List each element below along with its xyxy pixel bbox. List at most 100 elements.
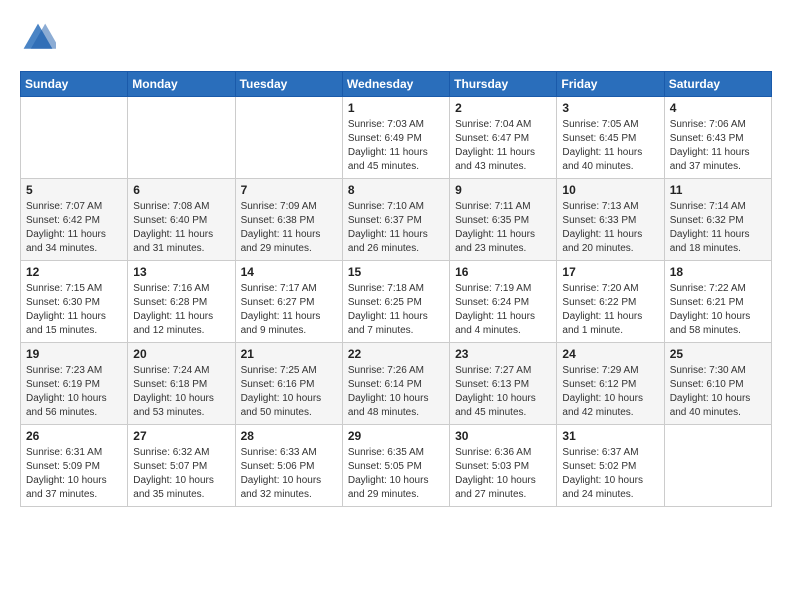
day-info: Sunrise: 7:27 AM Sunset: 6:13 PM Dayligh… [455, 364, 551, 420]
day-info: Sunrise: 7:04 AM Sunset: 6:47 PM Dayligh… [455, 118, 551, 174]
calendar-cell: 20Sunrise: 7:24 AM Sunset: 6:18 PM Dayli… [128, 343, 235, 425]
day-number: 18 [670, 265, 766, 279]
day-number: 24 [562, 347, 658, 361]
day-info: Sunrise: 6:35 AM Sunset: 5:05 PM Dayligh… [348, 446, 444, 502]
calendar-cell: 2 Sunrise: 7:04 AM Sunset: 6:47 PM Daylig… [450, 97, 557, 179]
day-number: 4 [670, 101, 766, 115]
calendar-cell: 19Sunrise: 7:23 AM Sunset: 6:19 PM Dayli… [21, 343, 128, 425]
weekday-header: Thursday [450, 72, 557, 97]
day-info: Sunrise: 6:36 AM Sunset: 5:03 PM Dayligh… [455, 446, 551, 502]
calendar-cell [128, 97, 235, 179]
day-info: Sunrise: 7:13 AM Sunset: 6:33 PM Dayligh… [562, 200, 658, 256]
day-info: Sunrise: 7:18 AM Sunset: 6:25 PM Dayligh… [348, 282, 444, 338]
calendar-week-row: 5 Sunrise: 7:07 AM Sunset: 6:42 PM Daylig… [21, 179, 772, 261]
calendar-header-row: SundayMondayTuesdayWednesdayThursdayFrid… [21, 72, 772, 97]
day-number: 21 [241, 347, 337, 361]
day-number: 19 [26, 347, 122, 361]
day-number: 14 [241, 265, 337, 279]
calendar-cell: 27Sunrise: 6:32 AM Sunset: 5:07 PM Dayli… [128, 425, 235, 507]
calendar-cell: 5 Sunrise: 7:07 AM Sunset: 6:42 PM Daylig… [21, 179, 128, 261]
page-header [20, 20, 772, 56]
calendar-cell: 15 Sunrise: 7:18 AM Sunset: 6:25 PM Dayli… [342, 261, 449, 343]
day-number: 27 [133, 429, 229, 443]
day-number: 22 [348, 347, 444, 361]
calendar-cell: 28 Sunrise: 6:33 AM Sunset: 5:06 PM Dayli… [235, 425, 342, 507]
day-number: 16 [455, 265, 551, 279]
day-info: Sunrise: 6:31 AM Sunset: 5:09 PM Dayligh… [26, 446, 122, 502]
day-info: Sunrise: 7:22 AM Sunset: 6:21 PM Dayligh… [670, 282, 766, 338]
day-info: Sunrise: 7:30 AM Sunset: 6:10 PM Dayligh… [670, 364, 766, 420]
day-info: Sunrise: 7:20 AM Sunset: 6:22 PM Dayligh… [562, 282, 658, 338]
calendar-cell: 24 Sunrise: 7:29 AM Sunset: 6:12 PM Dayli… [557, 343, 664, 425]
day-info: Sunrise: 7:24 AM Sunset: 6:18 PM Dayligh… [133, 364, 229, 420]
calendar-cell: 10 Sunrise: 7:13 AM Sunset: 6:33 PM Dayli… [557, 179, 664, 261]
day-info: Sunrise: 7:16 AM Sunset: 6:28 PM Dayligh… [133, 282, 229, 338]
day-number: 29 [348, 429, 444, 443]
day-info: Sunrise: 7:05 AM Sunset: 6:45 PM Dayligh… [562, 118, 658, 174]
day-info: Sunrise: 7:08 AM Sunset: 6:40 PM Dayligh… [133, 200, 229, 256]
calendar-cell [235, 97, 342, 179]
day-number: 9 [455, 183, 551, 197]
calendar-cell: 21 Sunrise: 7:25 AM Sunset: 6:16 PM Dayli… [235, 343, 342, 425]
calendar-cell: 26 Sunrise: 6:31 AM Sunset: 5:09 PM Dayli… [21, 425, 128, 507]
day-number: 10 [562, 183, 658, 197]
day-info: Sunrise: 6:33 AM Sunset: 5:06 PM Dayligh… [241, 446, 337, 502]
day-number: 15 [348, 265, 444, 279]
weekday-header: Monday [128, 72, 235, 97]
day-info: Sunrise: 7:10 AM Sunset: 6:37 PM Dayligh… [348, 200, 444, 256]
calendar-cell: 14 Sunrise: 7:17 AM Sunset: 6:27 PM Dayli… [235, 261, 342, 343]
calendar-cell: 25 Sunrise: 7:30 AM Sunset: 6:10 PM Dayli… [664, 343, 771, 425]
day-info: Sunrise: 7:09 AM Sunset: 6:38 PM Dayligh… [241, 200, 337, 256]
calendar-cell: 17Sunrise: 7:20 AM Sunset: 6:22 PM Dayli… [557, 261, 664, 343]
calendar-cell: 13 Sunrise: 7:16 AM Sunset: 6:28 PM Dayli… [128, 261, 235, 343]
day-info: Sunrise: 7:26 AM Sunset: 6:14 PM Dayligh… [348, 364, 444, 420]
calendar-cell: 8 Sunrise: 7:10 AM Sunset: 6:37 PM Daylig… [342, 179, 449, 261]
calendar-cell: 18 Sunrise: 7:22 AM Sunset: 6:21 PM Dayli… [664, 261, 771, 343]
day-info: Sunrise: 7:19 AM Sunset: 6:24 PM Dayligh… [455, 282, 551, 338]
day-number: 11 [670, 183, 766, 197]
calendar-cell: 3 Sunrise: 7:05 AM Sunset: 6:45 PM Daylig… [557, 97, 664, 179]
day-number: 23 [455, 347, 551, 361]
logo [20, 20, 62, 56]
calendar-cell: 16 Sunrise: 7:19 AM Sunset: 6:24 PM Dayli… [450, 261, 557, 343]
calendar-cell: 11 Sunrise: 7:14 AM Sunset: 6:32 PM Dayli… [664, 179, 771, 261]
weekday-header: Tuesday [235, 72, 342, 97]
day-info: Sunrise: 7:15 AM Sunset: 6:30 PM Dayligh… [26, 282, 122, 338]
day-info: Sunrise: 6:37 AM Sunset: 5:02 PM Dayligh… [562, 446, 658, 502]
weekday-header: Saturday [664, 72, 771, 97]
weekday-header: Wednesday [342, 72, 449, 97]
calendar-cell [664, 425, 771, 507]
calendar-cell: 29 Sunrise: 6:35 AM Sunset: 5:05 PM Dayli… [342, 425, 449, 507]
day-number: 13 [133, 265, 229, 279]
day-info: Sunrise: 7:07 AM Sunset: 6:42 PM Dayligh… [26, 200, 122, 256]
day-info: Sunrise: 7:17 AM Sunset: 6:27 PM Dayligh… [241, 282, 337, 338]
day-number: 3 [562, 101, 658, 115]
day-number: 5 [26, 183, 122, 197]
calendar-cell: 1Sunrise: 7:03 AM Sunset: 6:49 PM Daylig… [342, 97, 449, 179]
logo-icon [20, 20, 56, 56]
day-number: 25 [670, 347, 766, 361]
day-info: Sunrise: 7:25 AM Sunset: 6:16 PM Dayligh… [241, 364, 337, 420]
calendar-cell: 6Sunrise: 7:08 AM Sunset: 6:40 PM Daylig… [128, 179, 235, 261]
day-info: Sunrise: 7:06 AM Sunset: 6:43 PM Dayligh… [670, 118, 766, 174]
day-number: 28 [241, 429, 337, 443]
day-number: 1 [348, 101, 444, 115]
calendar-cell: 9 Sunrise: 7:11 AM Sunset: 6:35 PM Daylig… [450, 179, 557, 261]
day-number: 26 [26, 429, 122, 443]
calendar-cell: 30Sunrise: 6:36 AM Sunset: 5:03 PM Dayli… [450, 425, 557, 507]
calendar-cell: 31 Sunrise: 6:37 AM Sunset: 5:02 PM Dayli… [557, 425, 664, 507]
day-number: 31 [562, 429, 658, 443]
day-number: 2 [455, 101, 551, 115]
weekday-header: Friday [557, 72, 664, 97]
calendar-cell: 4 Sunrise: 7:06 AM Sunset: 6:43 PM Daylig… [664, 97, 771, 179]
calendar-cell: 23 Sunrise: 7:27 AM Sunset: 6:13 PM Dayli… [450, 343, 557, 425]
day-info: Sunrise: 7:11 AM Sunset: 6:35 PM Dayligh… [455, 200, 551, 256]
calendar-cell [21, 97, 128, 179]
calendar-cell: 12Sunrise: 7:15 AM Sunset: 6:30 PM Dayli… [21, 261, 128, 343]
day-info: Sunrise: 7:29 AM Sunset: 6:12 PM Dayligh… [562, 364, 658, 420]
calendar-cell: 7Sunrise: 7:09 AM Sunset: 6:38 PM Daylig… [235, 179, 342, 261]
calendar-week-row: 1Sunrise: 7:03 AM Sunset: 6:49 PM Daylig… [21, 97, 772, 179]
day-info: Sunrise: 7:14 AM Sunset: 6:32 PM Dayligh… [670, 200, 766, 256]
day-number: 8 [348, 183, 444, 197]
calendar-week-row: 26 Sunrise: 6:31 AM Sunset: 5:09 PM Dayli… [21, 425, 772, 507]
